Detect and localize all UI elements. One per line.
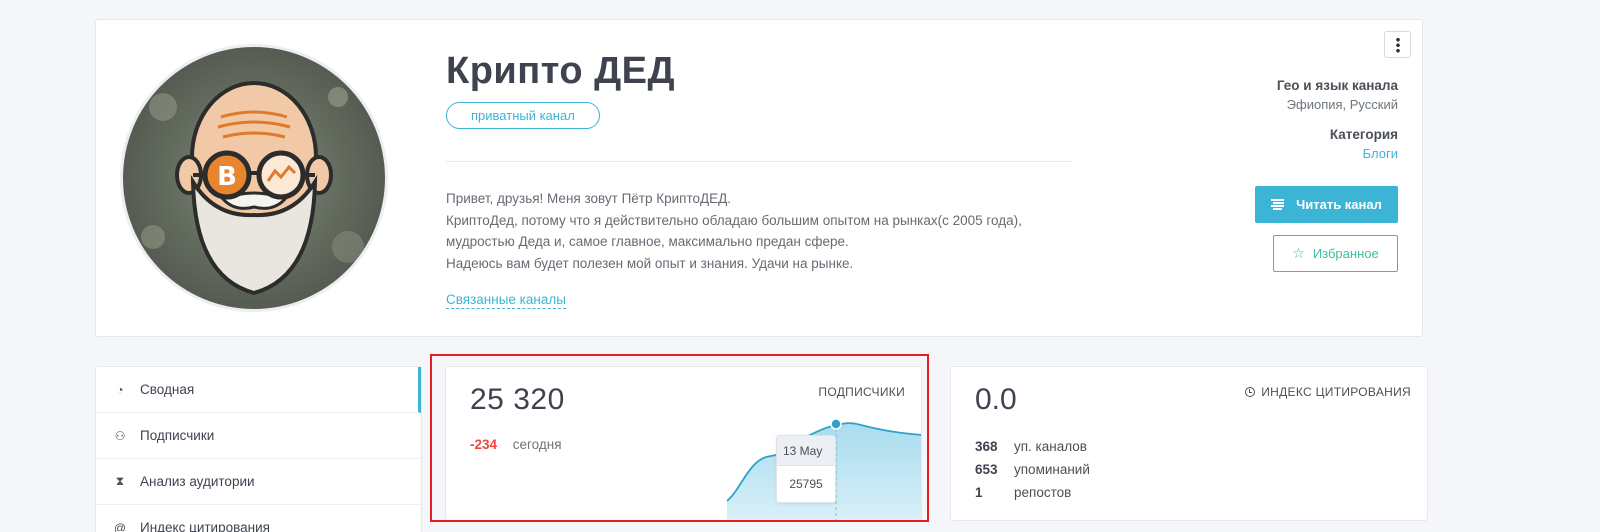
favorite-label: Избранное (1312, 246, 1379, 261)
sidebar-item-subscribers[interactable]: ⚇ Подписчики (96, 413, 421, 459)
star-icon: ☆ (1292, 245, 1305, 261)
dashboard-icon: ◔ (116, 382, 124, 397)
users-icon: ⚇ (114, 428, 126, 443)
citation-stats: 368 уп. каналов 653 упоминаний 1 репосто… (975, 435, 1090, 504)
category-block: Категория Блоги (1330, 127, 1398, 161)
stat-value: 368 (975, 439, 998, 454)
stat-label: репостов (1014, 485, 1072, 500)
geo-value: Эфиопия, Русский (1286, 97, 1398, 112)
geo-label: Гео и язык канала (1276, 78, 1398, 93)
citation-card[interactable]: 0.0 ИНДЕКС ЦИТИРОВАНИЯ 368 уп. каналов 6… (950, 366, 1428, 521)
stat-label: упоминаний (1014, 462, 1090, 477)
stat-row: 368 уп. каналов (975, 435, 1090, 458)
stat-label: уп. каналов (1014, 439, 1087, 454)
private-channel-badge: приватный канал (446, 102, 600, 129)
description-line: мудростью Деда и, самое главное, максима… (446, 234, 849, 249)
highlight-annotation-box (430, 354, 929, 522)
channel-avatar: B (120, 44, 388, 312)
stat-row: 653 упоминаний (975, 458, 1090, 481)
sidebar-nav: ◔ Сводная ⚇ Подписчики ⧗ Анализ аудитори… (95, 366, 422, 532)
sidebar-item-label: Анализ аудитории (140, 474, 255, 489)
citation-label: ИНДЕКС ЦИТИРОВАНИЯ (1245, 385, 1411, 399)
channel-title: Крипто ДЕД (446, 50, 676, 92)
sidebar-item-label: Индекс цитирования (140, 520, 270, 532)
description-line: КриптоДед, потому что я действительно об… (446, 212, 1022, 228)
list-icon (1271, 199, 1285, 210)
geo-language-block: Гео и язык канала Эфиопия, Русский (1277, 78, 1398, 112)
citation-label-text: ИНДЕКС ЦИТИРОВАНИЯ (1261, 385, 1411, 399)
stat-value: 653 (975, 462, 998, 477)
description-line: Надеюсь вам будет полезен мой опыт и зна… (446, 255, 854, 271)
sidebar-item-label: Сводная (140, 382, 195, 397)
read-channel-button[interactable]: Читать канал (1255, 186, 1398, 223)
kebab-menu-icon (1395, 36, 1400, 53)
citation-value: 0.0 (975, 383, 1017, 416)
crypto-grandpa-avatar-icon: B (123, 47, 385, 309)
stat-value: 1 (975, 485, 983, 500)
svg-text:B: B (217, 162, 237, 192)
sidebar-item-audience[interactable]: ⧗ Анализ аудитории (96, 459, 421, 505)
category-label: Категория (1329, 127, 1398, 142)
channel-description: Привет, друзья! Меня зовут Пётр КриптоДЕ… (446, 188, 1096, 274)
channel-header-card: B Крипто ДЕД приватный канал Привет, дру… (95, 19, 1423, 337)
description-line: Привет, друзья! Меня зовут Пётр КриптоДЕ… (446, 191, 732, 206)
more-options-button[interactable] (1384, 31, 1411, 58)
hourglass-icon: ⧗ (115, 474, 125, 488)
related-channels-link[interactable]: Связанные каналы (446, 292, 566, 309)
stat-row: 1 репостов (975, 481, 1090, 504)
category-link[interactable]: Блоги (1330, 146, 1398, 161)
read-channel-label: Читать канал (1296, 197, 1382, 212)
sidebar-item-summary[interactable]: ◔ Сводная (96, 367, 421, 413)
sidebar-item-citation[interactable]: @ Индекс цитирования (96, 505, 421, 532)
at-icon: @ (113, 520, 127, 532)
sidebar-item-label: Подписчики (140, 428, 215, 443)
favorite-button[interactable]: ☆ Избранное (1273, 235, 1398, 272)
clock-icon (1245, 387, 1256, 397)
header-divider (446, 161, 1071, 162)
